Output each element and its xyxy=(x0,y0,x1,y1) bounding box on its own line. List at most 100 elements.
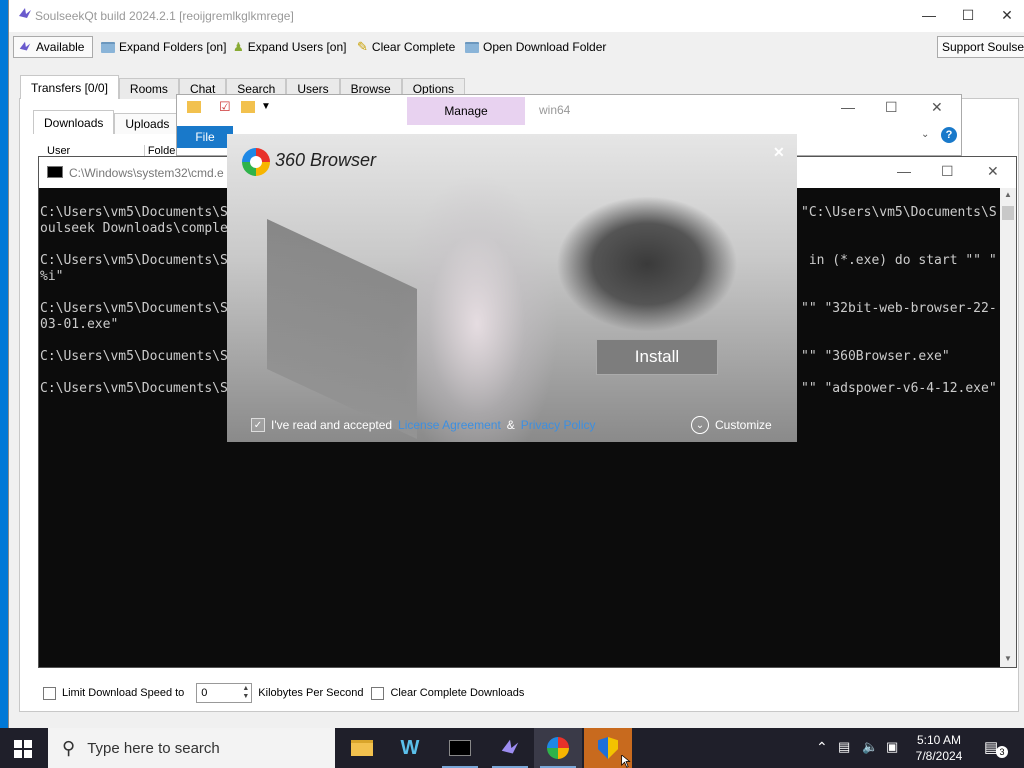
expand-users-button[interactable]: ♟ Expand Users [on] xyxy=(233,36,346,58)
new-folder-icon[interactable] xyxy=(241,101,255,113)
install-button[interactable]: Install xyxy=(596,339,718,375)
scroll-up-icon[interactable]: ▲ xyxy=(1004,190,1012,199)
clock[interactable]: 5:10 AM 7/8/2024 xyxy=(912,732,966,764)
cmd-icon xyxy=(449,740,471,756)
expand-users-label: Expand Users [on] xyxy=(247,40,347,54)
minimize-icon[interactable]: — xyxy=(841,99,855,115)
limit-speed-checkbox[interactable] xyxy=(43,686,56,700)
ampersand: & xyxy=(506,418,515,432)
open-download-folder-label: Open Download Folder xyxy=(483,40,607,54)
w-app-icon: W xyxy=(400,736,420,759)
taskbar-search[interactable]: ⚲ Type here to search xyxy=(48,728,335,768)
notification-badge: 3 xyxy=(996,746,1008,758)
tab-transfers[interactable]: Transfers [0/0] xyxy=(20,75,119,99)
cmd-icon xyxy=(47,166,63,178)
tab-downloads[interactable]: Downloads xyxy=(33,110,115,134)
folder-icon xyxy=(187,101,201,113)
close-button[interactable]: ✕ xyxy=(984,0,1024,30)
soulseek-titlebar: SoulseekQt build 2024.2.1 [reoijgremlkgl… xyxy=(9,0,1024,32)
transfer-subtabs: Downloads Uploads xyxy=(33,110,181,134)
console-line: "" "adspower-v6-4-12.exe" xyxy=(801,381,997,396)
console-line: 03-01.exe" xyxy=(40,317,119,332)
status-label: Available xyxy=(36,40,85,54)
agree-checkbox[interactable]: ✓ xyxy=(251,418,265,432)
broom-icon: ✎ xyxy=(357,39,368,54)
cmd-title: C:\Windows\system32\cmd.e xyxy=(69,166,224,180)
search-placeholder: Type here to search xyxy=(87,739,220,757)
support-soulseek-button[interactable]: Support Soulseek xyxy=(937,36,1024,58)
taskbar: ⚲ Type here to search W ⌃ ▤ 🔈 ▣ 5:10 AM … xyxy=(0,728,1024,768)
console-line: C:\Users\vm5\Documents\S xyxy=(40,253,228,268)
close-icon[interactable]: ✕ xyxy=(987,163,999,180)
license-agreement-link[interactable]: License Agreement xyxy=(398,418,501,432)
console-line: "C:\Users\vm5\Documents\S xyxy=(801,205,997,220)
taskbar-app-w[interactable]: W xyxy=(386,728,434,768)
privacy-policy-link[interactable]: Privacy Policy xyxy=(521,418,596,432)
clear-complete-button[interactable]: ✎ Clear Complete xyxy=(357,36,455,58)
minimize-icon[interactable]: — xyxy=(897,163,911,179)
tab-uploads[interactable]: Uploads xyxy=(114,113,181,134)
360-browser-icon xyxy=(547,737,569,759)
explorer-path-title: win64 xyxy=(539,103,571,117)
clear-complete-checkbox[interactable] xyxy=(371,686,385,700)
language-icon[interactable]: ▣ xyxy=(886,739,898,755)
tab-rooms[interactable]: Rooms xyxy=(118,78,179,99)
chevron-down-icon: ⌄ xyxy=(691,416,709,434)
limit-speed-label: Limit Download Speed to xyxy=(62,687,185,699)
console-line: in (*.exe) do start "" " xyxy=(801,253,997,268)
chevron-down-icon[interactable]: ▼ xyxy=(261,101,271,112)
scroll-down-icon[interactable]: ▼ xyxy=(1004,654,1012,663)
users-icon: ♟ xyxy=(233,40,244,54)
maximize-icon[interactable]: ☐ xyxy=(941,163,954,180)
status-available-button[interactable]: Available xyxy=(13,36,93,58)
taskbar-file-explorer[interactable] xyxy=(338,728,386,768)
close-icon[interactable]: ✕ xyxy=(773,144,785,161)
file-tab[interactable]: File xyxy=(177,126,233,148)
soulseek-title: SoulseekQt build 2024.2.1 [reoijgremlkgl… xyxy=(35,9,294,23)
help-icon[interactable]: ? xyxy=(941,127,957,143)
scroll-thumb[interactable] xyxy=(1002,206,1014,220)
clock-time: 5:10 AM xyxy=(916,733,962,747)
installer-brand: 360 Browser xyxy=(275,150,377,170)
chevron-up-icon[interactable]: ⌃ xyxy=(816,739,828,756)
expand-folders-label: Expand Folders [on] xyxy=(119,40,227,54)
manage-tab[interactable]: Manage xyxy=(407,97,525,125)
download-speed-controls: Limit Download Speed to 0 ▲ ▼ Kilobytes P… xyxy=(43,683,524,703)
console-line: C:\Users\vm5\Documents\S xyxy=(40,205,228,220)
cmd-scrollbar[interactable]: ▲ ▼ xyxy=(1000,188,1016,667)
console-line: oulseek Downloads\comple xyxy=(40,221,228,236)
clear-complete-label: Clear Complete xyxy=(371,40,456,54)
console-line: "" "360Browser.exe" xyxy=(801,349,950,364)
properties-icon[interactable]: ☑ xyxy=(219,99,231,115)
close-icon[interactable]: ✕ xyxy=(931,99,943,116)
expand-folders-button[interactable]: Expand Folders [on] xyxy=(101,36,226,58)
mouse-cursor-icon xyxy=(621,755,631,768)
spin-arrows-icon[interactable]: ▲ ▼ xyxy=(242,685,249,701)
installer-dialog: 360 Browser ✕ Install ✓ I've read and ac… xyxy=(227,134,797,442)
customize-button[interactable]: ⌄ Customize xyxy=(691,416,772,434)
maximize-icon[interactable]: ☐ xyxy=(885,99,898,116)
folder-icon xyxy=(101,41,115,53)
close-icon: ✕ xyxy=(1001,6,1013,23)
360-browser-logo-icon xyxy=(242,148,270,176)
agreement-row: ✓ I've read and accepted License Agreeme… xyxy=(251,418,595,432)
network-icon[interactable]: ▤ xyxy=(838,739,850,755)
search-icon: ⚲ xyxy=(62,737,76,758)
chevron-down-icon[interactable]: ⌄ xyxy=(921,129,929,140)
notification-center[interactable]: ▤ 3 xyxy=(984,738,1008,758)
volume-icon[interactable]: 🔈 xyxy=(862,739,878,755)
background-photo xyxy=(267,219,417,439)
taskbar-soulseek[interactable] xyxy=(486,728,534,768)
soulseek-bird-icon xyxy=(19,8,31,18)
taskbar-cmd[interactable] xyxy=(436,728,484,768)
open-download-folder-button[interactable]: Open Download Folder xyxy=(465,36,606,58)
speed-input[interactable]: 0 ▲ ▼ xyxy=(196,683,253,703)
windows-start-icon[interactable] xyxy=(14,740,32,758)
maximize-icon: ☐ xyxy=(961,6,975,23)
taskbar-360-browser[interactable] xyxy=(534,728,582,768)
speed-value: 0 xyxy=(201,687,208,699)
bird-icon xyxy=(19,41,31,51)
console-line: C:\Users\vm5\Documents\S xyxy=(40,301,228,316)
console-line: %i" xyxy=(40,269,64,284)
clear-complete-downloads-label: Clear Complete Downloads xyxy=(390,687,525,699)
